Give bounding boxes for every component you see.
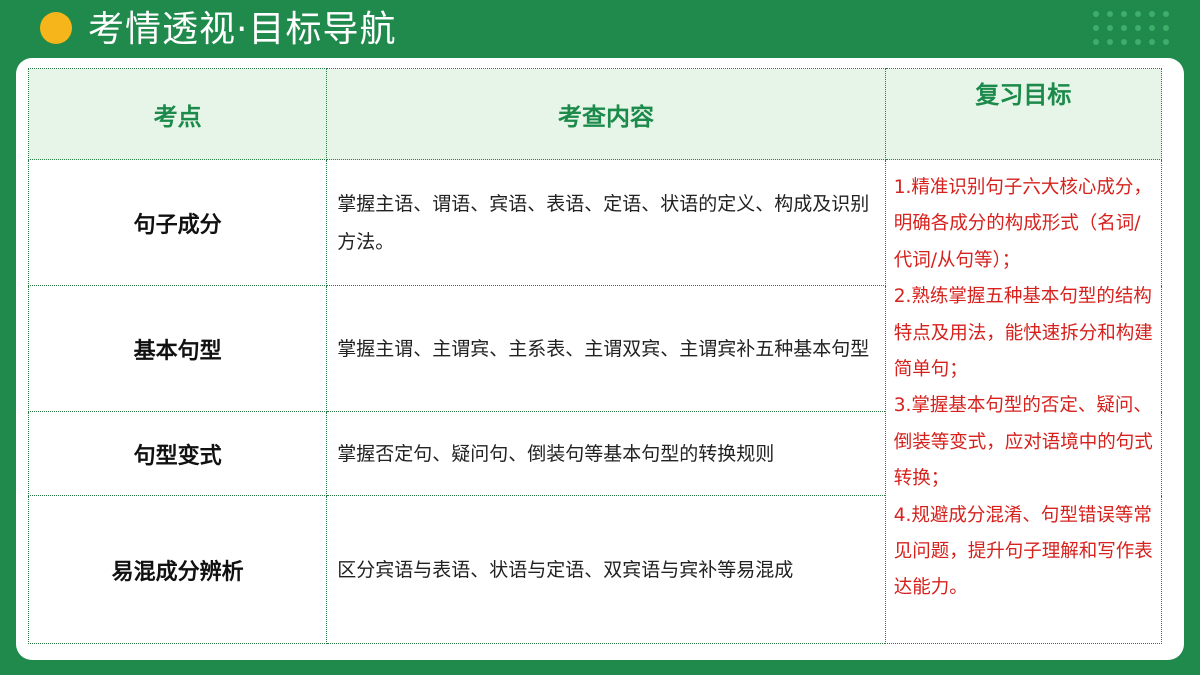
row-point: 基本句型 (27, 285, 328, 412)
content-card: 考点 考查内容 复习目标 句子成分 掌握主语、谓语、宾语、表语、定语、状语的定义… (16, 58, 1184, 660)
header-bullet-dot (40, 12, 72, 44)
header-content: 考查内容 (326, 68, 886, 160)
goal-item: 3.掌握基本句型的否定、疑问、倒装等变式，应对语境中的句式转换； (893, 395, 1153, 490)
header-goal: 复习目标 (884, 68, 1163, 160)
table-row: 句子成分 掌握主语、谓语、宾语、表语、定语、状语的定义、构成及识别方法。 1.精… (27, 159, 1163, 644)
row-point: 句型变式 (27, 411, 328, 496)
goal-item: 1.精准识别句子六大核心成分，明确各成分的构成形式（名词/代词/从句等）； (893, 177, 1152, 271)
row-content: 区分宾语与表语、状语与定语、双宾语与宾补等易混成 (326, 495, 886, 644)
row-content: 掌握主谓、主谓宾、主系表、主谓双宾、主谓宾补五种基本句型 (326, 285, 886, 412)
header-point: 考点 (27, 68, 328, 160)
row-point: 句子成分 (27, 159, 328, 286)
table-header-row: 考点 考查内容 复习目标 (27, 68, 1163, 160)
row-content: 掌握主语、谓语、宾语、表语、定语、状语的定义、构成及识别方法。 (326, 159, 886, 286)
row-content: 掌握否定句、疑问句、倒装句等基本句型的转换规则 (326, 411, 886, 496)
page-title: 考情透视·目标导航 (88, 9, 397, 50)
goal-item: 2.熟练掌握五种基本句型的结构特点及用法，能快速拆分和构建简单句； (893, 286, 1153, 381)
decorative-dots (1093, 11, 1169, 45)
exam-overview-table: 考点 考查内容 复习目标 句子成分 掌握主语、谓语、宾语、表语、定语、状语的定义… (27, 68, 1163, 644)
goal-item: 4.规避成分混淆、句型错误等常见问题，提升句子理解和写作表达能力。 (893, 504, 1153, 599)
row-point: 易混成分辨析 (27, 495, 328, 644)
review-goals-cell: 1.精准识别句子六大核心成分，明确各成分的构成形式（名词/代词/从句等）； 2.… (884, 159, 1163, 644)
